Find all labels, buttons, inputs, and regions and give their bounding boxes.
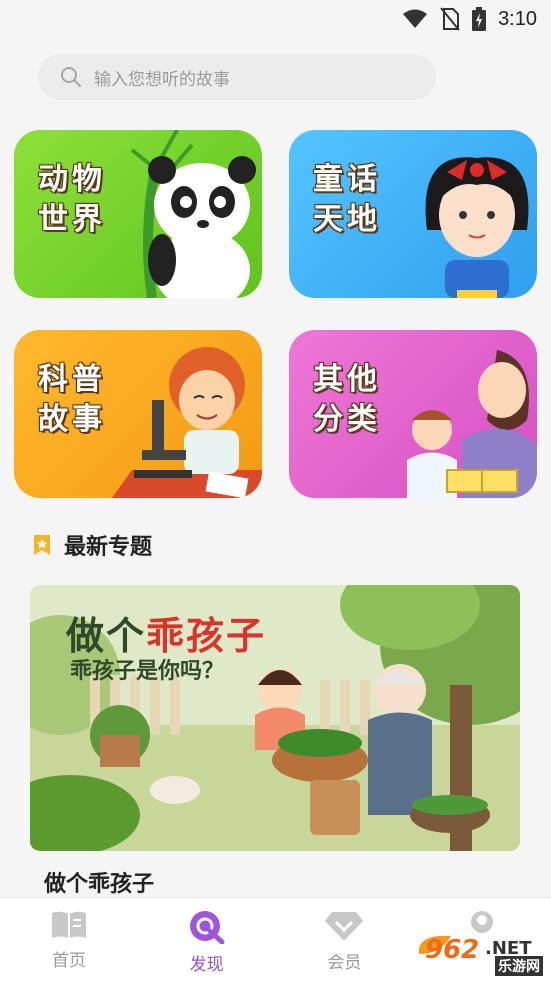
category-card-animals[interactable]: 动物 世界	[14, 130, 262, 298]
discover-search-icon	[189, 911, 225, 944]
svg-text:962: 962	[425, 935, 479, 965]
section-title: 最新专题	[64, 535, 153, 560]
watermark-caption: 乐游网	[495, 956, 543, 976]
microscope-boy-illustration	[112, 347, 262, 498]
battery-charging-icon	[472, 7, 487, 31]
category-title: 童话 天地	[313, 162, 381, 237]
panda-illustration	[130, 130, 256, 298]
nav-item-discover[interactable]: 发现	[138, 898, 276, 981]
featured-topic-banner[interactable]: 做个乖孩子 乖孩子是你吗？	[30, 585, 520, 851]
snow-white-illustration	[425, 157, 529, 298]
nav-item-home[interactable]: 首页	[0, 898, 138, 981]
mother-child-illustration	[407, 350, 537, 498]
nav-label: 发现	[189, 955, 224, 975]
banner-title: 做个乖孩子	[66, 614, 267, 658]
bookmark-star-icon	[34, 535, 50, 555]
category-card-other[interactable]: 其他 分类	[289, 330, 537, 498]
category-card-fairy-tales[interactable]: 童话 天地	[289, 130, 537, 298]
status-bar: 3:10	[0, 0, 551, 38]
topic-title[interactable]: 做个乖孩子	[44, 866, 154, 898]
nav-item-membership[interactable]: 会员	[276, 898, 414, 981]
wifi-icon	[403, 9, 428, 28]
nav-label: 会员	[327, 953, 362, 973]
section-header: 最新专题	[32, 530, 152, 560]
diamond-icon	[325, 912, 364, 941]
book-icon	[51, 911, 86, 938]
banner-subtitle: 乖孩子是你吗？	[70, 659, 225, 684]
search-icon	[61, 67, 81, 87]
search-input[interactable]: 输入您想听的故事	[38, 54, 436, 100]
search-placeholder: 输入您想听的故事	[94, 69, 230, 90]
category-card-science-stories[interactable]: 科普 故事	[14, 330, 262, 498]
no-sim-icon	[440, 7, 460, 31]
nav-label: 首页	[51, 951, 86, 971]
status-time: 3:10	[498, 7, 537, 30]
